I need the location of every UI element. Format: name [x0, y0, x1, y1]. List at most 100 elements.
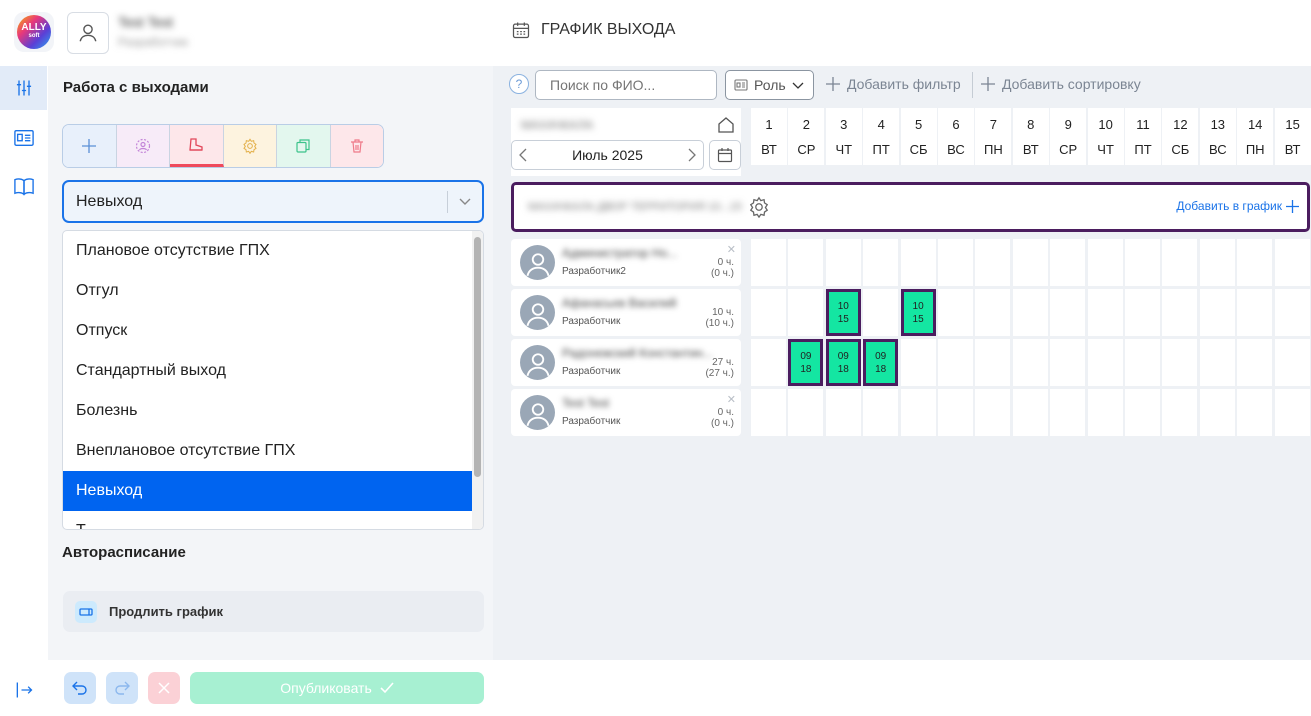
- day-column-header[interactable]: 1 ВТ: [751, 108, 787, 165]
- schedule-cell[interactable]: [1012, 339, 1048, 386]
- remove-employee-button[interactable]: ✕: [727, 393, 736, 406]
- schedule-cell[interactable]: [1162, 389, 1198, 436]
- chevron-right-icon[interactable]: [687, 148, 697, 162]
- dropdown-option[interactable]: Невыход: [63, 471, 474, 511]
- rail-card[interactable]: [0, 116, 47, 160]
- home-button[interactable]: [713, 114, 739, 136]
- rail-book[interactable]: [0, 164, 47, 208]
- logout-button[interactable]: [0, 668, 47, 712]
- schedule-cell[interactable]: [1050, 289, 1086, 336]
- schedule-cell[interactable]: [1125, 239, 1160, 286]
- settings-button[interactable]: [223, 125, 277, 167]
- schedule-cell[interactable]: [751, 289, 786, 336]
- dropdown-option[interactable]: Т...: [63, 511, 474, 529]
- day-column-header[interactable]: 6 ВС: [938, 108, 974, 165]
- schedule-cell[interactable]: [1199, 289, 1235, 336]
- schedule-cell[interactable]: [938, 339, 973, 386]
- help-button[interactable]: ?: [509, 74, 529, 94]
- employee-row[interactable]: Афанасьев Василий Разработчик 10 ч. (10 ч.): [511, 289, 741, 336]
- schedule-cell[interactable]: [1274, 389, 1310, 436]
- undo-button[interactable]: [64, 672, 96, 704]
- schedule-cell[interactable]: [1199, 239, 1235, 286]
- dropdown-option[interactable]: Болезнь: [63, 391, 474, 431]
- schedule-cell[interactable]: [975, 389, 1011, 436]
- employee-row[interactable]: Администратор Но... Разработчик2 0 ч. (0 ч.…: [511, 239, 741, 286]
- add-filter-button[interactable]: Добавить фильтр: [825, 76, 961, 92]
- day-column-header[interactable]: 3 ЧТ: [825, 108, 862, 165]
- day-column-header[interactable]: 15 ВТ: [1274, 108, 1311, 165]
- schedule-cell[interactable]: [1012, 239, 1048, 286]
- gear-icon[interactable]: [748, 196, 770, 218]
- delete-button[interactable]: [330, 125, 383, 167]
- schedule-cell[interactable]: [1162, 289, 1198, 336]
- day-column-header[interactable]: 7 ПН: [975, 108, 1012, 165]
- app-logo[interactable]: ALLY soft: [14, 12, 54, 52]
- day-column-header[interactable]: 5 СБ: [900, 108, 937, 165]
- add-sort-button[interactable]: Добавить сортировку: [980, 76, 1141, 92]
- schedule-cell[interactable]: [751, 389, 786, 436]
- schedule-cell[interactable]: [975, 289, 1011, 336]
- schedule-cell[interactable]: [1087, 389, 1123, 436]
- employee-row[interactable]: Test Test Разработчик 0 ч. (0 ч.) ✕: [511, 389, 741, 436]
- dropdown-option[interactable]: Отгул: [63, 271, 474, 311]
- day-column-header[interactable]: 12 СБ: [1162, 108, 1199, 165]
- cancel-button[interactable]: [148, 672, 180, 704]
- schedule-cell[interactable]: [1274, 289, 1310, 336]
- schedule-cell[interactable]: [900, 389, 936, 436]
- shift-block[interactable]: 10 15: [825, 289, 861, 336]
- schedule-cell[interactable]: [1237, 239, 1273, 286]
- dropdown-option[interactable]: Внеплановое отсутствие ГПХ: [63, 431, 474, 471]
- schedule-cell[interactable]: [1199, 339, 1235, 386]
- schedule-cell[interactable]: [1162, 239, 1198, 286]
- schedule-cell[interactable]: [751, 239, 786, 286]
- dropdown-option[interactable]: Плановое отсутствие ГПХ: [63, 231, 474, 271]
- day-column-header[interactable]: 10 ЧТ: [1087, 108, 1124, 165]
- schedule-cell[interactable]: [1087, 339, 1123, 386]
- schedule-cell[interactable]: [938, 289, 973, 336]
- dropdown-scrollbar[interactable]: [472, 231, 483, 529]
- schedule-cell[interactable]: [825, 239, 861, 286]
- day-column-header[interactable]: 8 ВТ: [1012, 108, 1049, 165]
- assign-user-button[interactable]: [116, 125, 170, 167]
- day-column-header[interactable]: 13 ВС: [1199, 108, 1236, 165]
- schedule-cell[interactable]: [788, 389, 824, 436]
- extend-schedule-button[interactable]: Продлить график: [63, 591, 484, 632]
- user-avatar[interactable]: [67, 12, 109, 54]
- role-filter-dropdown[interactable]: Роль: [725, 70, 814, 100]
- day-column-header[interactable]: 2 СР: [788, 108, 825, 165]
- schedule-cell[interactable]: [1087, 289, 1123, 336]
- schedule-cell[interactable]: [1237, 289, 1273, 336]
- schedule-cell[interactable]: [1237, 339, 1273, 386]
- scrollbar-thumb[interactable]: [474, 237, 481, 477]
- dropdown-option[interactable]: Отпуск: [63, 311, 474, 351]
- schedule-cell[interactable]: [788, 289, 824, 336]
- day-column-header[interactable]: 4 ПТ: [863, 108, 900, 165]
- day-column-header[interactable]: 11 ПТ: [1125, 108, 1161, 165]
- schedule-cell[interactable]: [1050, 239, 1086, 286]
- schedule-cell[interactable]: [825, 389, 861, 436]
- day-column-header[interactable]: 9 СР: [1050, 108, 1087, 165]
- shift-block[interactable]: 10 15: [900, 289, 936, 336]
- shift-block[interactable]: 09 18: [788, 339, 824, 386]
- day-column-header[interactable]: 14 ПН: [1237, 108, 1274, 165]
- shift-block[interactable]: 09 18: [863, 339, 899, 386]
- remove-employee-button[interactable]: ✕: [727, 243, 736, 256]
- schedule-cell[interactable]: [863, 239, 899, 286]
- schedule-cell[interactable]: [788, 239, 824, 286]
- schedule-cell[interactable]: [975, 239, 1011, 286]
- add-to-schedule-button[interactable]: Добавить в график: [1176, 199, 1299, 213]
- schedule-cell[interactable]: [1237, 389, 1273, 436]
- schedule-cell[interactable]: [863, 289, 899, 336]
- schedule-cell[interactable]: [1199, 389, 1235, 436]
- shift-block[interactable]: 09 18: [825, 339, 861, 386]
- redo-button[interactable]: [106, 672, 138, 704]
- schedule-cell[interactable]: [938, 239, 973, 286]
- schedule-cell[interactable]: [1274, 339, 1310, 386]
- schedule-cell[interactable]: [863, 389, 899, 436]
- schedule-cell[interactable]: [1125, 389, 1160, 436]
- search-input[interactable]: [535, 70, 717, 100]
- absence-type-select[interactable]: Невыход: [62, 180, 484, 223]
- schedule-cell[interactable]: [1012, 289, 1048, 336]
- schedule-cell[interactable]: [751, 339, 786, 386]
- schedule-cell[interactable]: [1162, 339, 1198, 386]
